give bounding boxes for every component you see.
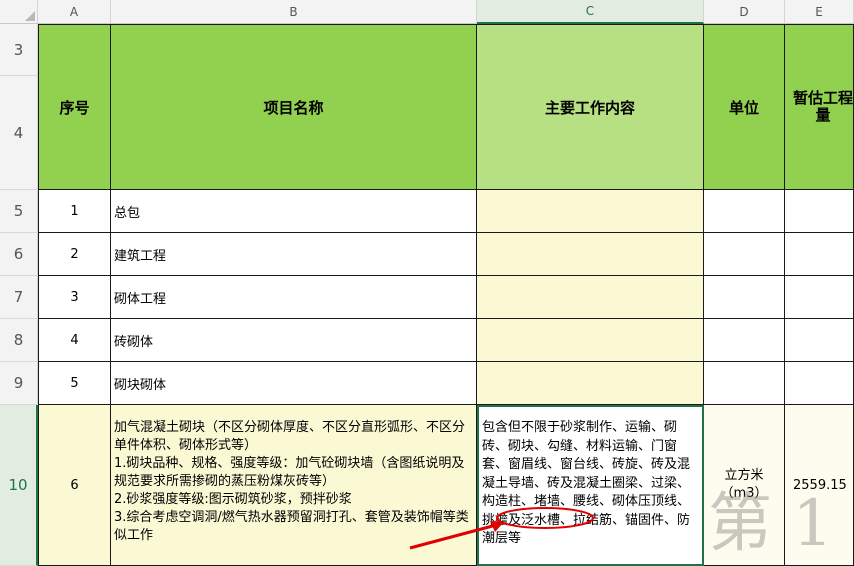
- annotation-overlay: [409, 507, 594, 550]
- highlight-circle: [496, 507, 594, 529]
- annotation-arrow-line: [409, 522, 501, 550]
